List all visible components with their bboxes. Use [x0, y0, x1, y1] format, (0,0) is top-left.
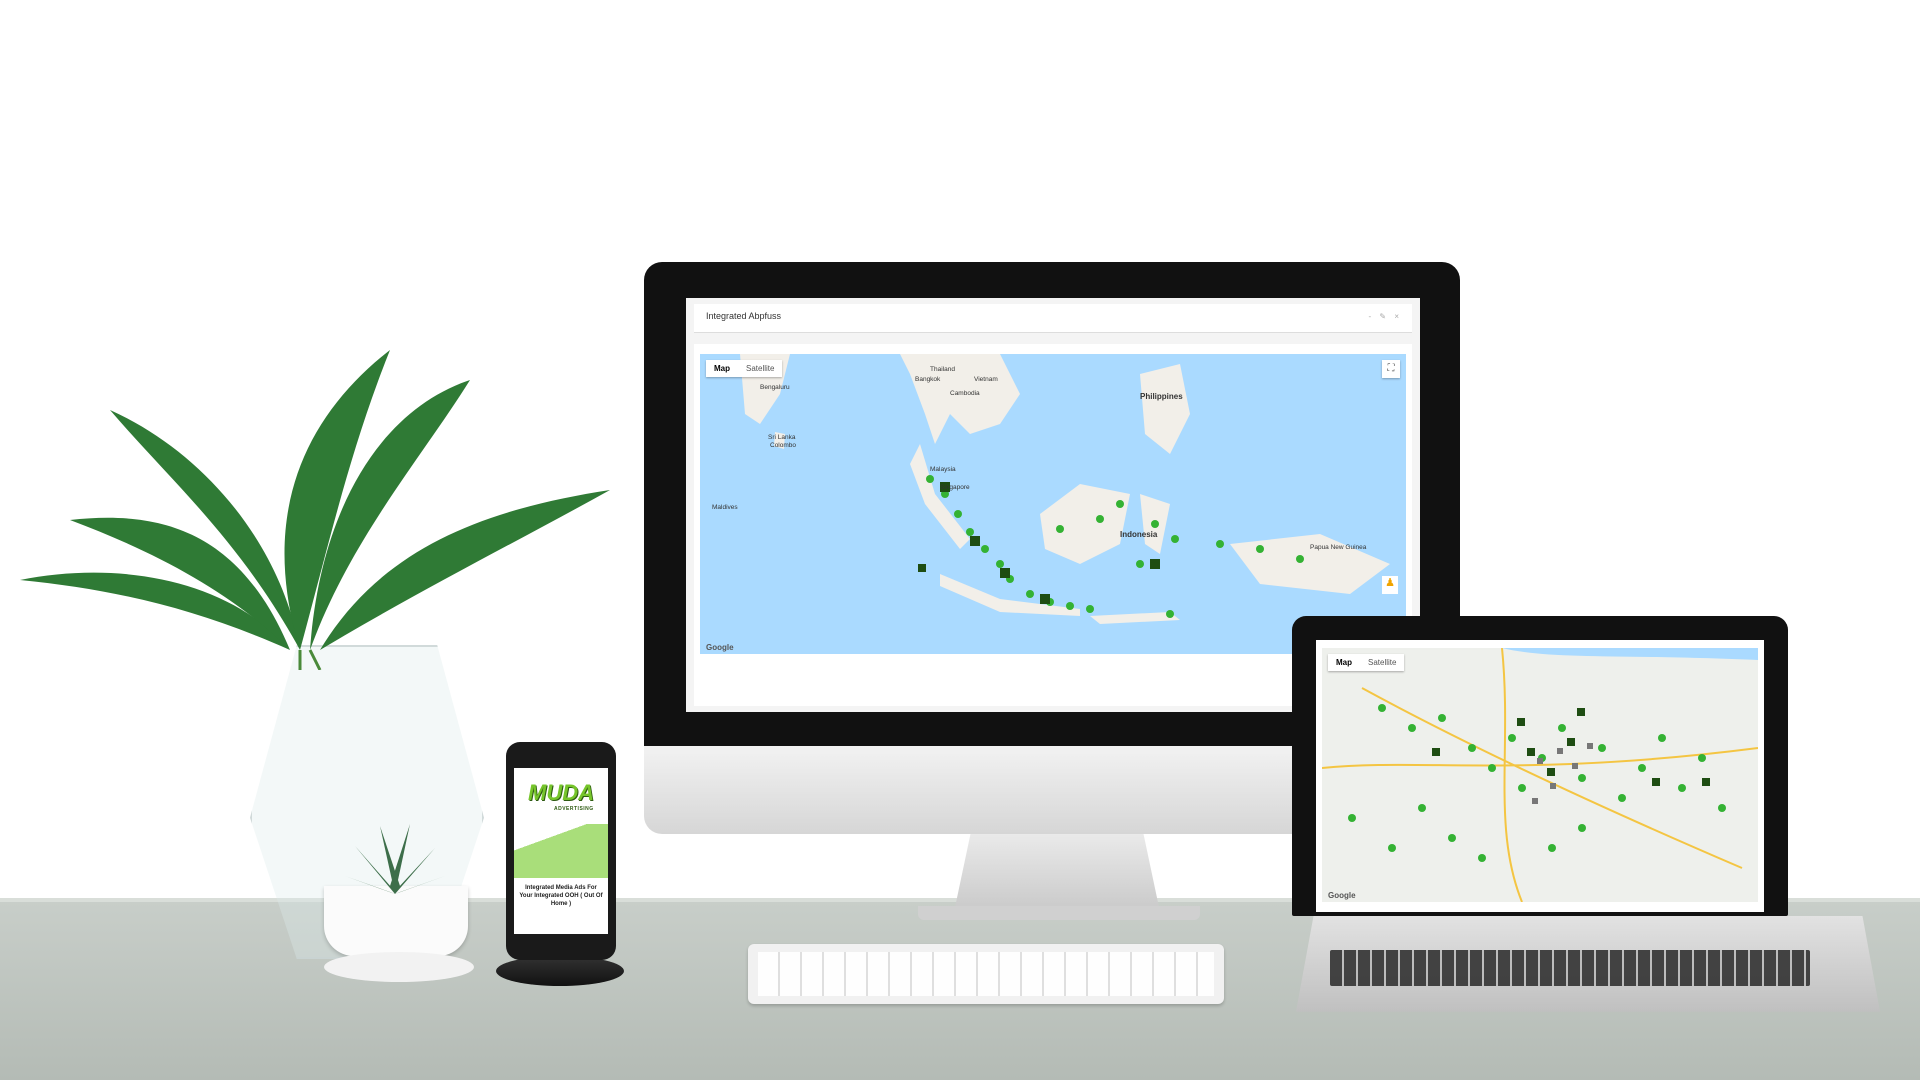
map-tab-satellite[interactable]: Satellite — [738, 360, 782, 377]
panel-header: Integrated Abpfuss - ✎ × — [694, 304, 1412, 333]
label-bangkok: Bangkok — [915, 376, 941, 383]
laptop-keyboard — [1330, 950, 1810, 986]
laptop-google-logo: Google — [1328, 891, 1356, 900]
keyboard-keys — [758, 952, 1214, 996]
phone-illustration — [514, 824, 608, 878]
label-papua: Papua New Guinea — [1310, 544, 1367, 551]
label-colombo: Colombo — [770, 442, 797, 449]
map-type-control: Map Satellite — [706, 360, 783, 377]
imac-stand — [954, 834, 1160, 912]
label-srilanka: Sri Lanka — [768, 434, 796, 441]
map-landmass — [740, 354, 1390, 624]
map-tab-map[interactable]: Map — [706, 360, 738, 377]
label-cambodia: Cambodia — [950, 390, 980, 397]
imac-stand-base — [918, 906, 1200, 920]
laptop-map-tab-satellite[interactable]: Satellite — [1360, 654, 1404, 671]
muda-logo: MUDA — [528, 780, 594, 805]
google-logo: Google — [706, 643, 734, 652]
label-vietnam: Vietnam — [974, 376, 998, 383]
phone-tagline: Integrated Media Ads For Your Integrated… — [519, 885, 603, 907]
succulent-pot — [324, 886, 468, 956]
label-philippines: Philippines — [1140, 392, 1183, 401]
plant-leaves — [20, 350, 610, 670]
label-thailand: Thailand — [930, 366, 955, 373]
panel-title: Integrated Abpfuss — [706, 311, 782, 321]
phone-dock — [496, 956, 624, 986]
muda-logo-subtitle: ADVERTISING — [554, 806, 594, 812]
keyboard — [748, 944, 1224, 1004]
label-singapore: Singapore — [940, 484, 970, 491]
label-maldives: Maldives — [712, 504, 738, 511]
laptop-map-tab-map[interactable]: Map — [1328, 654, 1360, 671]
label-bengaluru: Bengaluru — [760, 384, 790, 391]
jakarta-markers — [1322, 648, 1758, 902]
pot-saucer — [324, 952, 474, 982]
laptop-screen: Map Satellite Google — [1316, 640, 1764, 912]
jakarta-map[interactable]: Map Satellite Google — [1322, 648, 1758, 902]
panel-tools[interactable]: - ✎ × — [1369, 312, 1402, 321]
smartphone: MUDA ADVERTISING Integrated Media Ads Fo… — [506, 742, 616, 960]
label-malaysia: Malaysia — [930, 466, 956, 473]
pegman-icon[interactable]: ♟ — [1382, 576, 1398, 594]
fullscreen-icon[interactable]: ⛶ — [1382, 360, 1400, 378]
indonesia-map[interactable]: Thailand Bangkok Vietnam Cambodia Philip… — [700, 354, 1406, 654]
label-indonesia: Indonesia — [1120, 530, 1158, 539]
phone-screen: MUDA ADVERTISING Integrated Media Ads Fo… — [514, 768, 608, 934]
laptop: Map Satellite Google — [1292, 616, 1788, 916]
laptop-map-type-control: Map Satellite — [1328, 654, 1405, 671]
succulent — [345, 824, 445, 894]
